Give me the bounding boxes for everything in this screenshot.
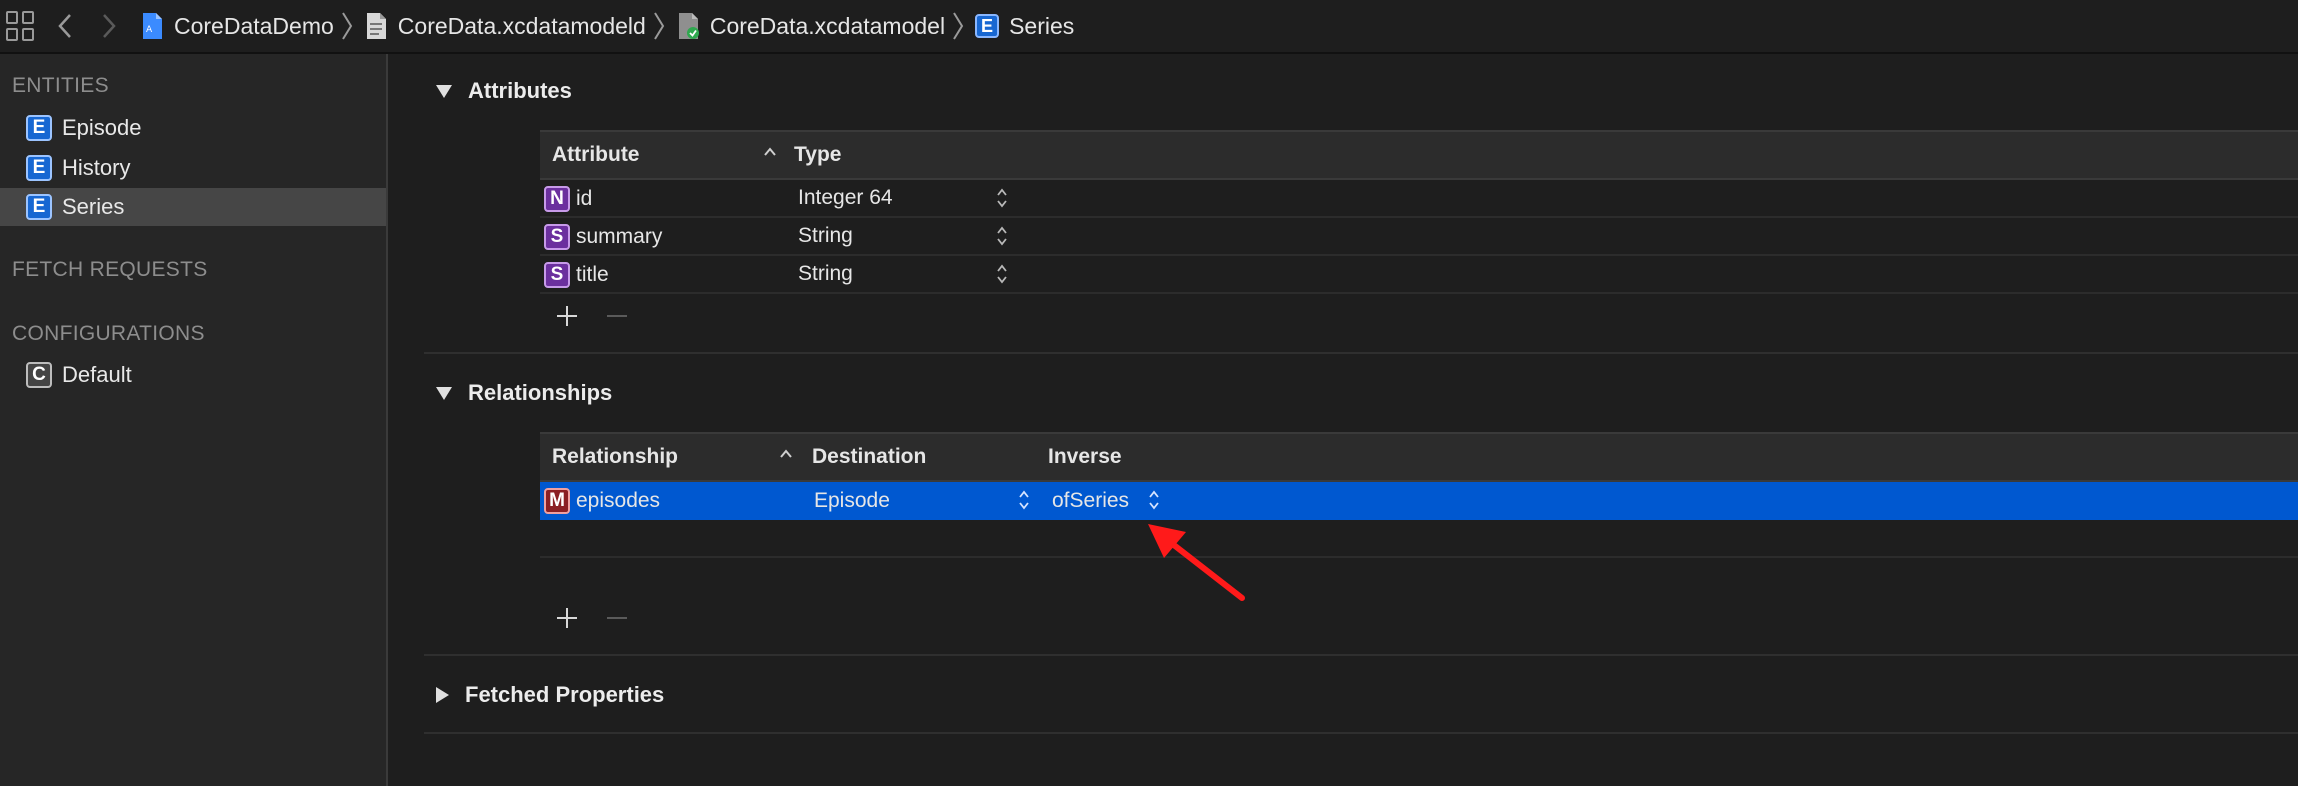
breadcrumb-label: CoreData.xcdatamodel xyxy=(709,12,946,39)
entity-icon: E xyxy=(26,115,52,141)
attribute-name[interactable]: summary xyxy=(576,225,662,249)
popup-stepper-icon[interactable] xyxy=(1148,488,1160,512)
fetch-requests-header: FETCH REQUESTS xyxy=(12,258,208,281)
column-header-destination[interactable]: Destination xyxy=(812,445,926,469)
fetched-properties-title: Fetched Properties xyxy=(465,682,665,707)
add-relationship-button[interactable] xyxy=(554,605,580,631)
attribute-name[interactable]: title xyxy=(576,263,609,287)
project-icon: A xyxy=(143,13,162,39)
column-header-inverse[interactable]: Inverse xyxy=(1048,445,1122,469)
attributes-add-remove xyxy=(540,296,630,336)
popup-stepper-icon[interactable] xyxy=(996,224,1008,248)
entity-icon: E xyxy=(26,194,52,220)
relationships-add-remove xyxy=(540,598,630,638)
section-divider xyxy=(424,732,2298,734)
related-items-grid-icon[interactable] xyxy=(6,11,36,41)
breadcrumb-item-entity[interactable]: E Series xyxy=(975,13,1074,40)
section-divider xyxy=(424,352,2298,354)
sidebar-item-episode[interactable]: E Episode xyxy=(0,109,386,147)
sidebar: ENTITIES E Episode E History E Series FE… xyxy=(0,54,388,786)
attribute-type-icon: S xyxy=(544,224,570,250)
breadcrumb-label: CoreDataDemo xyxy=(174,12,334,39)
table-row-selected[interactable]: M episodes Episode ofSeries xyxy=(540,482,2298,520)
attributes-table-header: Attribute Type xyxy=(540,130,2298,180)
sidebar-item-label: Series xyxy=(62,194,125,219)
attribute-type-icon: N xyxy=(544,186,570,212)
relationships-table-header: Relationship Destination Inverse xyxy=(540,432,2298,482)
attributes-table: Attribute Type N id Integer 64 S summary… xyxy=(540,130,2298,294)
table-row[interactable]: N id Integer 64 xyxy=(540,180,2298,218)
breadcrumb-item-model-file[interactable]: CoreData.xcdatamodel xyxy=(676,12,945,40)
sidebar-item-label: Episode xyxy=(62,115,142,140)
configuration-icon: C xyxy=(26,362,52,388)
breadcrumb-label: CoreData.xcdatamodeld xyxy=(397,12,646,39)
breadcrumb-separator-icon xyxy=(341,12,352,40)
breadcrumb-label: Series xyxy=(1009,12,1075,39)
sidebar-item-default[interactable]: C Default xyxy=(0,356,386,394)
breadcrumb-item-project[interactable]: A CoreDataDemo xyxy=(140,12,334,40)
breadcrumb-separator-icon xyxy=(653,12,665,40)
popup-stepper-icon[interactable] xyxy=(996,186,1008,210)
chevron-right-icon xyxy=(103,14,116,38)
navigation-bar: A CoreDataDemo CoreData.xcdatamodeld Cor… xyxy=(0,0,2298,54)
entities-header: ENTITIES xyxy=(12,74,109,97)
relationships-table: Relationship Destination Inverse M episo… xyxy=(540,432,2298,558)
attributes-disclosure[interactable]: Attributes xyxy=(436,78,572,104)
back-button[interactable] xyxy=(50,6,80,46)
annotation-arrow-icon xyxy=(1148,524,1245,601)
model-file-icon xyxy=(678,13,699,39)
attribute-type: String xyxy=(798,262,853,285)
remove-relationship-button[interactable] xyxy=(604,605,630,631)
section-divider xyxy=(424,654,2298,656)
attribute-name[interactable]: id xyxy=(576,187,592,211)
disclosure-triangle-icon xyxy=(436,84,452,98)
sidebar-item-series[interactable]: E Series xyxy=(0,188,386,226)
relationships-disclosure[interactable]: Relationships xyxy=(436,380,612,406)
type-popup[interactable]: Integer 64 xyxy=(798,186,893,210)
entity-icon: E xyxy=(975,14,1000,38)
breadcrumb: A CoreDataDemo CoreData.xcdatamodeld Cor… xyxy=(140,11,1074,41)
inverse-popup[interactable]: ofSeries xyxy=(1052,489,1129,513)
column-header-relationship[interactable]: Relationship xyxy=(552,445,678,469)
column-header-attribute[interactable]: Attribute xyxy=(552,143,640,167)
table-row[interactable]: S title String xyxy=(540,256,2298,294)
model-bundle-icon xyxy=(366,13,386,39)
type-popup[interactable]: String xyxy=(798,262,853,286)
relationships-title: Relationships xyxy=(468,380,613,405)
relationship-name[interactable]: episodes xyxy=(576,489,660,513)
destination-popup[interactable]: Episode xyxy=(814,489,890,513)
attributes-title: Attributes xyxy=(468,78,572,103)
disclosure-triangle-icon xyxy=(436,386,452,400)
forward-button[interactable] xyxy=(94,6,124,46)
sidebar-item-history[interactable]: E History xyxy=(0,149,386,187)
attribute-type: Integer 64 xyxy=(798,186,893,209)
entity-icon: E xyxy=(26,155,52,181)
table-row[interactable]: S summary String xyxy=(540,218,2298,256)
breadcrumb-separator-icon xyxy=(953,12,964,40)
column-header-type[interactable]: Type xyxy=(794,143,841,167)
popup-stepper-icon[interactable] xyxy=(1018,488,1030,512)
sidebar-item-label: Default xyxy=(62,362,132,387)
popup-stepper-icon[interactable] xyxy=(996,262,1008,286)
relationship-destination: Episode xyxy=(814,489,890,512)
attribute-type-icon: S xyxy=(544,262,570,288)
configurations-header: CONFIGURATIONS xyxy=(12,322,205,345)
relationship-type-icon: M xyxy=(544,488,570,514)
attribute-type: String xyxy=(798,224,853,247)
sort-ascending-icon xyxy=(764,147,776,156)
relationship-inverse: ofSeries xyxy=(1052,489,1130,512)
sort-ascending-icon xyxy=(780,449,792,458)
svg-text:A: A xyxy=(146,25,153,35)
fetched-properties-disclosure[interactable]: Fetched Properties xyxy=(436,682,664,708)
type-popup[interactable]: String xyxy=(798,224,853,248)
sidebar-item-label: History xyxy=(62,155,131,180)
remove-attribute-button[interactable] xyxy=(604,303,630,329)
model-editor: Attributes Attribute Type N id Integer 6… xyxy=(388,54,2298,786)
disclosure-triangle-icon xyxy=(436,687,449,703)
add-attribute-button[interactable] xyxy=(554,303,580,329)
breadcrumb-item-model-bundle[interactable]: CoreData.xcdatamodeld xyxy=(364,12,646,40)
chevron-left-icon xyxy=(58,14,71,38)
table-row-empty xyxy=(540,520,2298,558)
